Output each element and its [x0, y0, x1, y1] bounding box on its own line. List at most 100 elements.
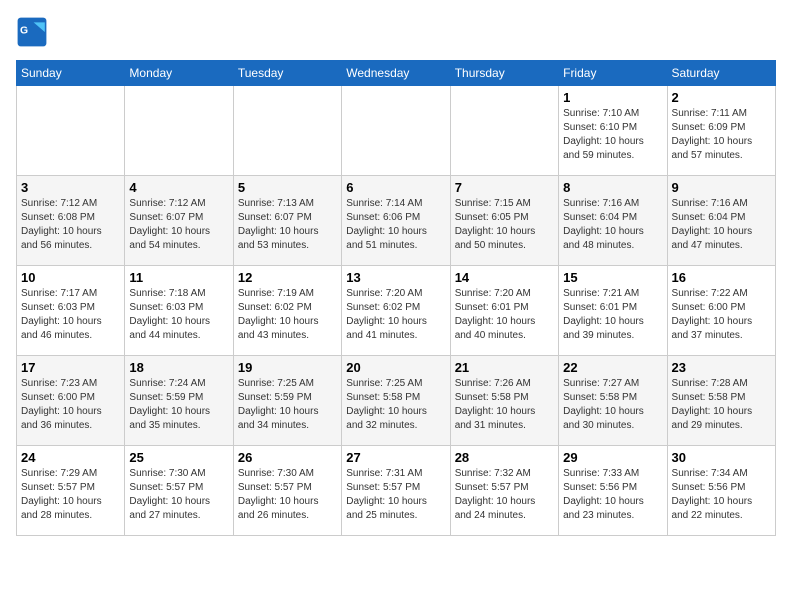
- day-info: Sunrise: 7:16 AM Sunset: 6:04 PM Dayligh…: [672, 197, 771, 253]
- calendar-cell: 2Sunrise: 7:11 AM Sunset: 6:09 PM Daylig…: [667, 86, 775, 176]
- day-number: 3: [21, 180, 120, 195]
- calendar-cell: 12 Sunrise: 7:19 AM Sunset: 6:02 PM Dayli…: [233, 266, 341, 356]
- calendar-cell: 18Sunrise: 7:24 AM Sunset: 5:59 PM Dayli…: [125, 356, 233, 446]
- day-number: 14: [455, 270, 554, 285]
- day-info: Sunrise: 7:16 AM Sunset: 6:04 PM Dayligh…: [563, 197, 662, 253]
- calendar-cell: 4 Sunrise: 7:12 AM Sunset: 6:07 PM Daylig…: [125, 176, 233, 266]
- day-info: Sunrise: 7:11 AM Sunset: 6:09 PM Dayligh…: [672, 107, 771, 163]
- svg-text:G: G: [20, 26, 28, 37]
- day-info: Sunrise: 7:25 AM Sunset: 5:59 PM Dayligh…: [238, 377, 337, 433]
- day-info: Sunrise: 7:14 AM Sunset: 6:06 PM Dayligh…: [346, 197, 445, 253]
- day-number: 23: [672, 360, 771, 375]
- day-number: 26: [238, 450, 337, 465]
- day-info: Sunrise: 7:20 AM Sunset: 6:01 PM Dayligh…: [455, 287, 554, 343]
- day-number: 12: [238, 270, 337, 285]
- calendar-cell: [233, 86, 341, 176]
- day-info: Sunrise: 7:10 AM Sunset: 6:10 PM Dayligh…: [563, 107, 662, 163]
- day-number: 5: [238, 180, 337, 195]
- day-number: 15: [563, 270, 662, 285]
- calendar-cell: 29 Sunrise: 7:33 AM Sunset: 5:56 PM Dayli…: [559, 446, 667, 536]
- calendar-cell: 13Sunrise: 7:20 AM Sunset: 6:02 PM Dayli…: [342, 266, 450, 356]
- weekday-header: Saturday: [667, 61, 775, 86]
- day-info: Sunrise: 7:25 AM Sunset: 5:58 PM Dayligh…: [346, 377, 445, 433]
- weekday-header-row: SundayMondayTuesdayWednesdayThursdayFrid…: [17, 61, 776, 86]
- day-info: Sunrise: 7:12 AM Sunset: 6:07 PM Dayligh…: [129, 197, 228, 253]
- day-number: 20: [346, 360, 445, 375]
- day-number: 22: [563, 360, 662, 375]
- calendar-cell: 25 Sunrise: 7:30 AM Sunset: 5:57 PM Dayli…: [125, 446, 233, 536]
- page-header: G: [16, 16, 776, 48]
- day-number: 27: [346, 450, 445, 465]
- calendar-cell: [125, 86, 233, 176]
- weekday-header: Monday: [125, 61, 233, 86]
- calendar-cell: 10 Sunrise: 7:17 AM Sunset: 6:03 PM Dayli…: [17, 266, 125, 356]
- calendar-cell: 9Sunrise: 7:16 AM Sunset: 6:04 PM Daylig…: [667, 176, 775, 266]
- day-number: 1: [563, 90, 662, 105]
- day-info: Sunrise: 7:21 AM Sunset: 6:01 PM Dayligh…: [563, 287, 662, 343]
- calendar-cell: [342, 86, 450, 176]
- day-number: 19: [238, 360, 337, 375]
- calendar-week-row: 17 Sunrise: 7:23 AM Sunset: 6:00 PM Dayli…: [17, 356, 776, 446]
- day-info: Sunrise: 7:26 AM Sunset: 5:58 PM Dayligh…: [455, 377, 554, 433]
- calendar-week-row: 3 Sunrise: 7:12 AM Sunset: 6:08 PM Daylig…: [17, 176, 776, 266]
- day-info: Sunrise: 7:30 AM Sunset: 5:57 PM Dayligh…: [238, 467, 337, 523]
- day-info: Sunrise: 7:20 AM Sunset: 6:02 PM Dayligh…: [346, 287, 445, 343]
- logo-icon: G: [16, 16, 48, 48]
- day-info: Sunrise: 7:19 AM Sunset: 6:02 PM Dayligh…: [238, 287, 337, 343]
- day-number: 4: [129, 180, 228, 195]
- calendar-cell: [450, 86, 558, 176]
- day-info: Sunrise: 7:27 AM Sunset: 5:58 PM Dayligh…: [563, 377, 662, 433]
- calendar-cell: 15 Sunrise: 7:21 AM Sunset: 6:01 PM Dayli…: [559, 266, 667, 356]
- calendar-cell: 27 Sunrise: 7:31 AM Sunset: 5:57 PM Dayli…: [342, 446, 450, 536]
- weekday-header: Friday: [559, 61, 667, 86]
- calendar-cell: 23 Sunrise: 7:28 AM Sunset: 5:58 PM Dayli…: [667, 356, 775, 446]
- calendar-cell: 20 Sunrise: 7:25 AM Sunset: 5:58 PM Dayli…: [342, 356, 450, 446]
- day-info: Sunrise: 7:30 AM Sunset: 5:57 PM Dayligh…: [129, 467, 228, 523]
- day-info: Sunrise: 7:28 AM Sunset: 5:58 PM Dayligh…: [672, 377, 771, 433]
- day-number: 8: [563, 180, 662, 195]
- weekday-header: Wednesday: [342, 61, 450, 86]
- calendar-cell: 24Sunrise: 7:29 AM Sunset: 5:57 PM Dayli…: [17, 446, 125, 536]
- day-info: Sunrise: 7:32 AM Sunset: 5:57 PM Dayligh…: [455, 467, 554, 523]
- day-number: 21: [455, 360, 554, 375]
- calendar-cell: 5 Sunrise: 7:13 AM Sunset: 6:07 PM Daylig…: [233, 176, 341, 266]
- day-number: 18: [129, 360, 228, 375]
- day-number: 10: [21, 270, 120, 285]
- weekday-header: Tuesday: [233, 61, 341, 86]
- calendar-cell: 7Sunrise: 7:15 AM Sunset: 6:05 PM Daylig…: [450, 176, 558, 266]
- calendar-cell: 1 Sunrise: 7:10 AM Sunset: 6:10 PM Daylig…: [559, 86, 667, 176]
- day-info: Sunrise: 7:33 AM Sunset: 5:56 PM Dayligh…: [563, 467, 662, 523]
- calendar-table: SundayMondayTuesdayWednesdayThursdayFrid…: [16, 60, 776, 536]
- day-info: Sunrise: 7:29 AM Sunset: 5:57 PM Dayligh…: [21, 467, 120, 523]
- day-info: Sunrise: 7:13 AM Sunset: 6:07 PM Dayligh…: [238, 197, 337, 253]
- day-info: Sunrise: 7:34 AM Sunset: 5:56 PM Dayligh…: [672, 467, 771, 523]
- calendar-cell: 3 Sunrise: 7:12 AM Sunset: 6:08 PM Daylig…: [17, 176, 125, 266]
- calendar-cell: 8 Sunrise: 7:16 AM Sunset: 6:04 PM Daylig…: [559, 176, 667, 266]
- calendar-week-row: 24Sunrise: 7:29 AM Sunset: 5:57 PM Dayli…: [17, 446, 776, 536]
- calendar-cell: 21 Sunrise: 7:26 AM Sunset: 5:58 PM Dayli…: [450, 356, 558, 446]
- calendar-cell: 30Sunrise: 7:34 AM Sunset: 5:56 PM Dayli…: [667, 446, 775, 536]
- calendar-cell: 11 Sunrise: 7:18 AM Sunset: 6:03 PM Dayli…: [125, 266, 233, 356]
- day-info: Sunrise: 7:18 AM Sunset: 6:03 PM Dayligh…: [129, 287, 228, 343]
- day-info: Sunrise: 7:15 AM Sunset: 6:05 PM Dayligh…: [455, 197, 554, 253]
- day-number: 25: [129, 450, 228, 465]
- calendar-cell: 26 Sunrise: 7:30 AM Sunset: 5:57 PM Dayli…: [233, 446, 341, 536]
- day-info: Sunrise: 7:22 AM Sunset: 6:00 PM Dayligh…: [672, 287, 771, 343]
- calendar-cell: 6 Sunrise: 7:14 AM Sunset: 6:06 PM Daylig…: [342, 176, 450, 266]
- weekday-header: Sunday: [17, 61, 125, 86]
- logo: G: [16, 16, 52, 48]
- day-number: 17: [21, 360, 120, 375]
- day-number: 6: [346, 180, 445, 195]
- day-number: 29: [563, 450, 662, 465]
- calendar-cell: 17 Sunrise: 7:23 AM Sunset: 6:00 PM Dayli…: [17, 356, 125, 446]
- day-info: Sunrise: 7:31 AM Sunset: 5:57 PM Dayligh…: [346, 467, 445, 523]
- calendar-cell: 16 Sunrise: 7:22 AM Sunset: 6:00 PM Dayli…: [667, 266, 775, 356]
- day-number: 16: [672, 270, 771, 285]
- calendar-cell: [17, 86, 125, 176]
- calendar-cell: 22 Sunrise: 7:27 AM Sunset: 5:58 PM Dayli…: [559, 356, 667, 446]
- day-info: Sunrise: 7:17 AM Sunset: 6:03 PM Dayligh…: [21, 287, 120, 343]
- day-info: Sunrise: 7:12 AM Sunset: 6:08 PM Dayligh…: [21, 197, 120, 253]
- day-number: 11: [129, 270, 228, 285]
- day-info: Sunrise: 7:23 AM Sunset: 6:00 PM Dayligh…: [21, 377, 120, 433]
- calendar-week-row: 1 Sunrise: 7:10 AM Sunset: 6:10 PM Daylig…: [17, 86, 776, 176]
